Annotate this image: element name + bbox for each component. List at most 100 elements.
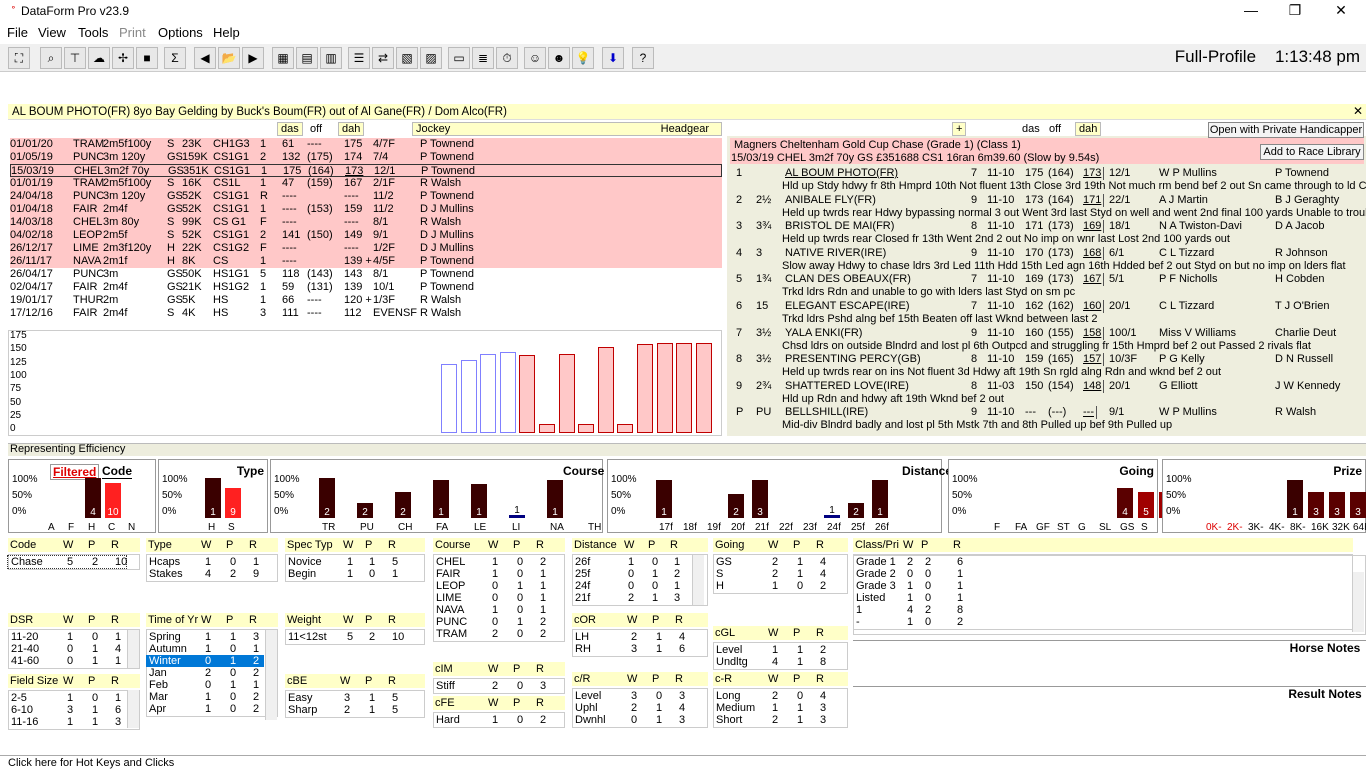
panel-x-label[interactable]: S [1141, 522, 1148, 533]
panel-x-label[interactable]: FA [436, 522, 448, 533]
folder-icon[interactable]: ▭ [448, 47, 470, 69]
form-row[interactable]: 14/03/18 CHEL 3m 80y S 99K CS G1 F ---- ---- 8/1 R… [10, 216, 722, 229]
download-arrow-icon[interactable]: ⬇ [602, 47, 624, 69]
stat-row[interactable]: Sharp 2 1 5 [285, 704, 411, 716]
list-icon[interactable]: ≣ [472, 47, 494, 69]
panel-x-label[interactable]: TH [588, 522, 601, 533]
panel-x-label[interactable]: TR [322, 522, 335, 533]
status-text[interactable]: Click here for Hot Keys and Clicks [8, 757, 174, 769]
form-row[interactable]: 19/01/17 THUR 2m GS 5K HS 1 66 ---- 120 +1/3F R Wa… [10, 294, 722, 307]
panel-x-label[interactable]: 19f [707, 522, 721, 533]
form-row[interactable]: 02/04/17 FAIR 2m4f GS 21K HS1G2 1 59 (131) 139 10/… [10, 281, 722, 294]
form-row[interactable]: 01/01/20 TRAM 2m5f100y S 23K CH1G3 1 61 ---- 175 4… [10, 138, 722, 151]
layout2-icon[interactable]: ▨ [420, 47, 442, 69]
panel-x-label[interactable]: NA [550, 522, 564, 533]
stat-row[interactable]: 11<12st 5 2 10 [285, 631, 411, 643]
stat-row[interactable]: Begin 1 0 1 [285, 568, 411, 580]
panel-x-label[interactable]: 4K- [1269, 522, 1285, 533]
tool-icon[interactable]: ⊤ [64, 47, 86, 69]
close-horse-icon[interactable]: ✕ [1353, 104, 1363, 118]
close-button[interactable]: ✕ [1330, 2, 1352, 19]
stat-row[interactable]: Undltg 4 1 8 [713, 656, 834, 668]
binoculars-icon[interactable]: ⛶ [8, 47, 30, 69]
bulb-icon[interactable]: 💡 [572, 47, 594, 69]
stat-row[interactable]: CHEL 1 0 2 [433, 556, 551, 568]
menu-help[interactable]: Help [213, 25, 240, 40]
cloud-icon[interactable]: ☁ [88, 47, 110, 69]
stat-row[interactable]: PUNC 0 1 2 [433, 616, 551, 628]
sigma-icon[interactable]: Σ [164, 47, 186, 69]
stat-row[interactable]: RH 3 1 6 [572, 643, 694, 655]
stat-row[interactable]: 2-5 1 0 1 [8, 692, 126, 704]
stat-row[interactable]: Apr 1 0 2 [146, 703, 264, 715]
class-pri-scrollbar[interactable] [1352, 572, 1364, 632]
stat-row[interactable]: 41-60 0 1 1 [8, 655, 126, 667]
stat-row[interactable]: H 1 0 2 [713, 580, 834, 592]
panel-x-label[interactable]: 26f [875, 522, 889, 533]
grid3-icon[interactable]: ▥ [320, 47, 342, 69]
stat-row[interactable]: 11-16 1 1 3 [8, 716, 126, 728]
form-row[interactable]: 01/05/19 PUNC 3m 120y GS 159K CS1G1 2 132 (175) 1… [10, 151, 722, 164]
menu-options[interactable]: Options [158, 25, 203, 40]
form-header-dah[interactable]: dah [338, 122, 365, 136]
panel-x-label[interactable]: 18f [683, 522, 697, 533]
stat-row[interactable]: 24f 0 0 1 [572, 580, 694, 592]
panel-x-label[interactable]: 16K [1311, 522, 1329, 533]
runner-row[interactable]: 9 2¾ SHATTERED LOVE(IRE) 8 11-03 150 (154) 148 2… [730, 379, 1366, 393]
panel-x-label[interactable]: ST [1057, 522, 1070, 533]
stat-row[interactable]: GS 2 1 4 [713, 556, 834, 568]
runner-row[interactable]: 5 1¾ CLAN DES OBEAUX(FR) 7 11-10 169 (173) 167 5… [730, 273, 1366, 287]
forward-icon[interactable]: ▶ [242, 47, 264, 69]
dsr-scrollbar[interactable] [127, 630, 139, 668]
stat-row[interactable]: TRAM 2 0 2 [433, 628, 551, 640]
field-size-scrollbar[interactable] [127, 690, 139, 728]
result-notes-button[interactable]: Result Notes [1286, 687, 1364, 703]
help-icon[interactable]: ? [632, 47, 654, 69]
form-row[interactable]: 01/01/19 TRAM 2m5f100y S 16K CS1L 1 47 (159) 167 2… [10, 177, 722, 190]
stat-row[interactable]: Feb 0 1 1 [146, 679, 264, 691]
stat-row[interactable]: LIME 0 0 1 [433, 592, 551, 604]
panel-x-label[interactable]: LI [512, 522, 520, 533]
stat-row[interactable]: Winter 0 1 2 [146, 655, 264, 667]
runner-row[interactable]: 3 3¾ BRISTOL DE MAI(FR) 8 11-10 171 (173) 169 18… [730, 220, 1366, 234]
stat-row[interactable]: 6-10 3 1 6 [8, 704, 126, 716]
menu-file[interactable]: File [7, 25, 28, 40]
stat-row[interactable]: Dwnhl 0 1 3 [572, 714, 694, 726]
panel-x-label[interactable]: 17f [659, 522, 673, 533]
back-icon[interactable]: ◀ [194, 47, 216, 69]
grid-icon[interactable]: ▦ [272, 47, 294, 69]
stat-row[interactable]: Mar 1 0 2 [146, 691, 264, 703]
stat-row[interactable]: NAVA 1 0 1 [433, 604, 551, 616]
maximize-button[interactable]: ❐ [1284, 2, 1306, 19]
panel-x-label[interactable]: 32K [1332, 522, 1350, 533]
panel-x-label[interactable]: 25f [851, 522, 865, 533]
runner-row[interactable]: 1 AL BOUM PHOTO(FR) 7 11-10 175 (164) 173 12/1 W… [730, 167, 1366, 180]
stat-row[interactable]: 26f 1 0 1 [572, 556, 694, 568]
stat-row[interactable]: Uphl 2 1 4 [572, 702, 694, 714]
panel-x-label[interactable]: GS [1120, 522, 1134, 533]
stat-row[interactable]: 21-40 0 1 4 [8, 643, 126, 655]
panel-x-label[interactable]: LE [474, 522, 486, 533]
stat-row[interactable]: Spring 1 1 3 [146, 631, 264, 643]
minimize-button[interactable]: — [1240, 2, 1262, 18]
runner-row[interactable]: 8 3½ PRESENTING PERCY(GB) 8 11-10 159 (165) 157… [730, 353, 1366, 367]
panel-x-label[interactable]: A [48, 522, 55, 533]
panel-x-label[interactable]: S [228, 522, 235, 533]
magnifier-icon[interactable]: ⌕ [40, 47, 62, 69]
stat-row[interactable]: Stiff 2 0 3 [433, 680, 551, 692]
menu-tools[interactable]: Tools [78, 25, 108, 40]
split-icon[interactable]: ☰ [348, 47, 370, 69]
form-row[interactable]: 15/03/19 CHEL 3m2f 70y GS 351K CS1G1 1 175 (164)… [10, 164, 722, 177]
panel-x-label[interactable]: N [128, 522, 135, 533]
runner-row[interactable]: 2 2½ ANIBALE FLY(FR) 9 11-10 173 (164) 171 22/1 A… [730, 193, 1366, 207]
stat-row[interactable]: 25f 0 1 2 [572, 568, 694, 580]
panel-x-label[interactable]: GF [1036, 522, 1050, 533]
panel-x-label[interactable]: F [68, 522, 74, 533]
panel-x-label[interactable]: SL [1099, 522, 1111, 533]
stat-row[interactable]: Jan 2 0 2 [146, 667, 264, 679]
stat-row[interactable]: Level 1 1 2 [713, 644, 834, 656]
stat-row[interactable]: Autumn 1 0 1 [146, 643, 264, 655]
stopwatch-icon[interactable]: ⏱ [496, 47, 518, 69]
panel-x-label[interactable]: 22f [779, 522, 793, 533]
stat-row[interactable]: Novice 1 1 5 [285, 556, 411, 568]
